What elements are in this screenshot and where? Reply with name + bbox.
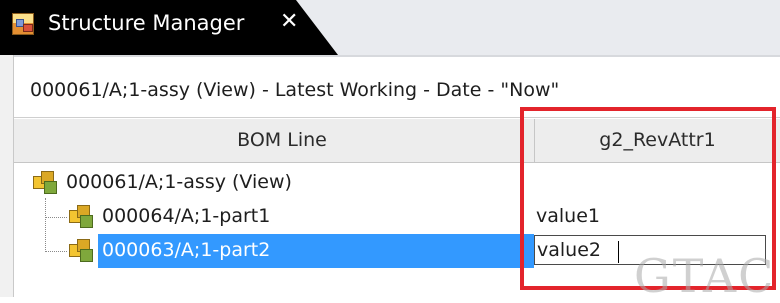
bom-line-label: 000063/A;1-part2: [102, 239, 271, 261]
tab-structure-manager[interactable]: Structure Manager ✕: [0, 0, 338, 55]
bom-line-label: 000064/A;1-part1: [102, 205, 271, 227]
tab-strip: Structure Manager ✕: [0, 0, 780, 55]
column-gutter: [14, 119, 30, 163]
part-icon: [68, 204, 94, 228]
tab-title: Structure Manager: [48, 11, 245, 35]
watermark: GTAC: [634, 249, 776, 303]
bom-context-text: 000061/A;1-assy (View) - Latest Working …: [30, 79, 560, 101]
panel-left-border: [0, 55, 14, 297]
column-header-bom-line[interactable]: BOM Line: [30, 119, 535, 163]
assembly-icon: [32, 170, 58, 194]
close-icon[interactable]: ✕: [280, 9, 298, 34]
column-header-label: BOM Line: [237, 129, 327, 151]
part-icon: [68, 238, 94, 262]
structure-manager-icon: [12, 13, 34, 35]
bom-line-label: 000061/A;1-assy (View): [66, 171, 292, 193]
